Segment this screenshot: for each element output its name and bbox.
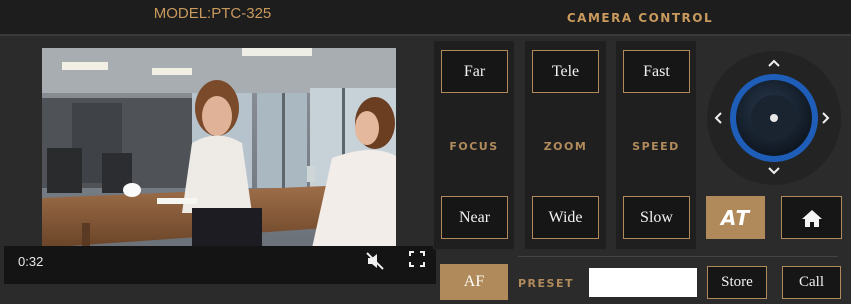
focus-label: FOCUS <box>449 140 499 153</box>
video-time: 0:32 <box>18 254 44 269</box>
camera-control-title: CAMERA CONTROL <box>566 11 714 25</box>
video-preview[interactable] <box>42 48 396 248</box>
home-button[interactable] <box>781 196 842 239</box>
zoom-wide-button[interactable]: Wide <box>532 196 599 239</box>
header-divider <box>0 34 851 36</box>
preset-label: PRESET <box>518 277 574 290</box>
chevron-up-icon[interactable] <box>766 56 782 68</box>
speed-fast-button[interactable]: Fast <box>623 50 690 93</box>
preset-store-button[interactable]: Store <box>707 266 767 299</box>
preset-input[interactable] <box>589 268 697 297</box>
preset-divider <box>518 256 838 257</box>
auto-tracking-button[interactable]: AT <box>706 196 765 239</box>
video-scene-image <box>42 48 396 248</box>
zoom-label: ZOOM <box>543 140 588 153</box>
model-title: MODEL:PTC-325 <box>153 5 272 22</box>
mute-icon[interactable] <box>364 250 386 272</box>
zoom-tele-button[interactable]: Tele <box>532 50 599 93</box>
preset-call-button[interactable]: Call <box>782 266 841 299</box>
home-icon <box>801 209 822 227</box>
focus-near-button[interactable]: Near <box>441 196 508 239</box>
chevron-left-icon[interactable] <box>712 110 724 126</box>
speed-label: SPEED <box>632 140 680 153</box>
chevron-right-icon[interactable] <box>820 110 832 126</box>
fullscreen-icon[interactable] <box>408 250 426 268</box>
speed-slow-button[interactable]: Slow <box>623 196 690 239</box>
chevron-down-icon[interactable] <box>766 164 782 176</box>
focus-far-button[interactable]: Far <box>441 50 508 93</box>
af-button[interactable]: AF <box>440 264 508 300</box>
